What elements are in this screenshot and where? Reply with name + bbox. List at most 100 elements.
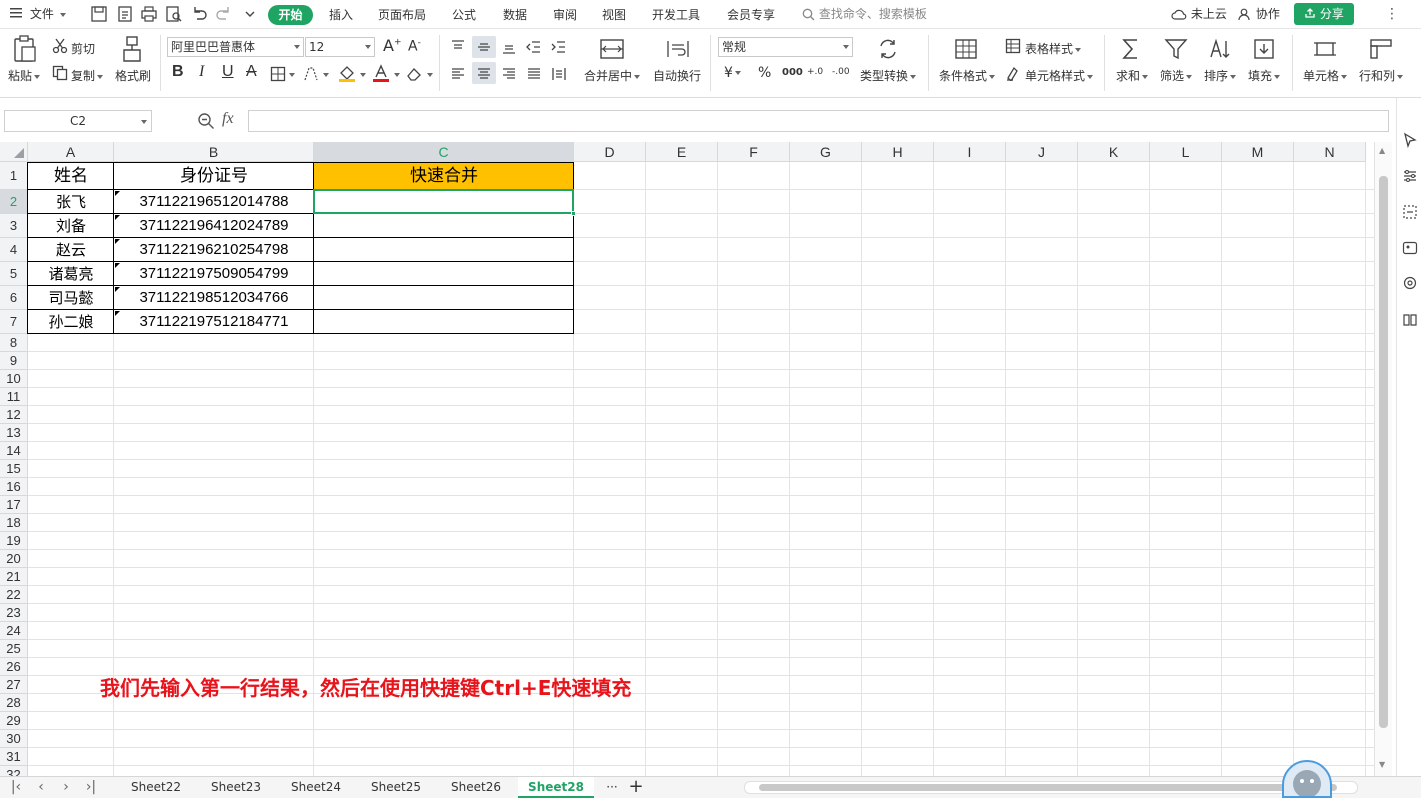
tab-developer[interactable]: 开发工具 (652, 5, 700, 25)
decrease-font-icon[interactable]: A- (408, 38, 421, 55)
cell-id-number[interactable]: 371122196412024789 (114, 214, 314, 238)
next-sheet-icon[interactable]: › (58, 778, 74, 796)
column-header-g[interactable]: G (790, 142, 862, 162)
row-header-5[interactable]: 5 (0, 262, 28, 286)
format-painter-button[interactable]: 格式刷 (115, 67, 151, 84)
redo-icon[interactable] (215, 5, 233, 23)
column-header-c[interactable]: C (314, 142, 574, 162)
customize-toolbar-icon[interactable] (241, 5, 259, 23)
tab-view[interactable]: 视图 (602, 5, 626, 25)
increase-decimal-button[interactable]: +.0 (807, 67, 823, 77)
cell-name[interactable]: 孙二娘 (28, 310, 114, 334)
row-header-28[interactable]: 28 (0, 694, 28, 712)
last-sheet-icon[interactable]: ›| (83, 778, 99, 796)
horizontal-scrollbar[interactable] (744, 781, 1358, 794)
cell-icon[interactable] (1312, 37, 1338, 61)
sum-button[interactable]: 求和 (1116, 67, 1148, 84)
currency-button[interactable]: ¥ (724, 65, 741, 81)
select-all-corner[interactable] (0, 142, 28, 162)
row-header-11[interactable]: 11 (0, 388, 28, 406)
row-header-10[interactable]: 10 (0, 370, 28, 388)
column-header-e[interactable]: E (646, 142, 718, 162)
merge-cells-icon[interactable] (599, 37, 625, 61)
sigma-icon[interactable] (1120, 37, 1142, 61)
chevron-down-icon[interactable] (394, 73, 400, 77)
tab-insert[interactable]: 插入 (329, 5, 353, 25)
format-painter-icon[interactable] (121, 35, 145, 63)
underline-button[interactable]: U (222, 63, 234, 81)
copy-button[interactable]: 复制 (71, 67, 103, 84)
column-header-b[interactable]: B (114, 142, 314, 162)
row-header-12[interactable]: 12 (0, 406, 28, 424)
align-left-icon[interactable] (450, 66, 466, 82)
row-header-23[interactable]: 23 (0, 604, 28, 622)
row-column-icon[interactable] (1368, 37, 1394, 61)
print-preview-icon[interactable] (165, 5, 183, 23)
book-icon[interactable] (1402, 312, 1418, 328)
sheet-tab[interactable]: Sheet25 (362, 777, 430, 798)
decrease-decimal-button[interactable]: -.00 (832, 67, 850, 77)
align-middle-icon[interactable] (476, 39, 492, 55)
horizontal-scroll-thumb[interactable] (759, 784, 1337, 791)
conditional-format-button[interactable]: 条件格式 (939, 67, 995, 84)
chevron-down-icon[interactable] (323, 73, 329, 77)
tab-formulas[interactable]: 公式 (452, 5, 476, 25)
command-search[interactable]: 查找命令、搜索模板 (802, 0, 927, 29)
convert-type-icon[interactable] (876, 37, 900, 61)
formula-input[interactable] (248, 110, 1389, 132)
cell-merge-result[interactable] (314, 262, 574, 286)
column-header-n[interactable]: N (1294, 142, 1366, 162)
column-header-k[interactable]: K (1078, 142, 1150, 162)
row-column-button[interactable]: 行和列 (1359, 67, 1403, 84)
row-header-29[interactable]: 29 (0, 712, 28, 730)
row-header-19[interactable]: 19 (0, 532, 28, 550)
column-header-l[interactable]: L (1150, 142, 1222, 162)
cell-id-number[interactable]: 371122196512014788 (114, 190, 314, 214)
sort-icon[interactable] (1208, 37, 1232, 61)
zoom-icon[interactable] (197, 112, 215, 130)
row-header-30[interactable]: 30 (0, 730, 28, 748)
column-header-f[interactable]: F (718, 142, 790, 162)
row-header-21[interactable]: 21 (0, 568, 28, 586)
filter-icon[interactable] (1164, 37, 1188, 61)
eraser-icon[interactable] (406, 66, 422, 82)
more-sheets-button[interactable]: ··· (600, 777, 624, 798)
wrap-text-button[interactable]: 自动换行 (653, 67, 701, 84)
scroll-down-icon[interactable]: ▼ (1379, 760, 1385, 769)
add-sheet-button[interactable]: + (626, 777, 646, 798)
cell-merge-result[interactable] (314, 214, 574, 238)
wrap-text-icon[interactable] (665, 37, 691, 61)
row-header-22[interactable]: 22 (0, 586, 28, 604)
row-header-13[interactable]: 13 (0, 424, 28, 442)
row-header-27[interactable]: 27 (0, 676, 28, 694)
thousands-separator-button[interactable]: 000 (782, 67, 803, 78)
cell-c1-merge-header[interactable]: 快速合并 (314, 162, 574, 190)
row-header-31[interactable]: 31 (0, 748, 28, 766)
cell-id-number[interactable]: 371122197512184771 (114, 310, 314, 334)
row-header-17[interactable]: 17 (0, 496, 28, 514)
row-header-14[interactable]: 14 (0, 442, 28, 460)
align-center-icon[interactable] (476, 66, 492, 82)
column-header-m[interactable]: M (1222, 142, 1294, 162)
sort-button[interactable]: 排序 (1204, 67, 1236, 84)
row-header-32[interactable]: 32 (0, 766, 28, 776)
type-convert-button[interactable]: 类型转换 (860, 67, 916, 84)
align-top-icon[interactable] (450, 39, 466, 55)
fill-button[interactable]: 填充 (1248, 67, 1280, 84)
column-header-d[interactable]: D (574, 142, 646, 162)
increase-indent-icon[interactable] (551, 39, 567, 55)
scroll-up-icon[interactable]: ▲ (1379, 146, 1385, 155)
row-header-2[interactable]: 2 (0, 190, 28, 214)
cell-name[interactable]: 张飞 (28, 190, 114, 214)
fill-handle[interactable] (571, 211, 576, 216)
row-header-1[interactable]: 1 (0, 162, 28, 190)
row-header-16[interactable]: 16 (0, 478, 28, 496)
row-header-8[interactable]: 8 (0, 334, 28, 352)
column-header-j[interactable]: J (1006, 142, 1078, 162)
row-header-6[interactable]: 6 (0, 286, 28, 310)
bold-button[interactable]: B (172, 63, 184, 81)
cell-id-number[interactable]: 371122197509054799 (114, 262, 314, 286)
sliders-icon[interactable] (1402, 168, 1418, 184)
cell-name[interactable]: 司马懿 (28, 286, 114, 310)
first-sheet-icon[interactable]: |‹ (8, 778, 24, 796)
